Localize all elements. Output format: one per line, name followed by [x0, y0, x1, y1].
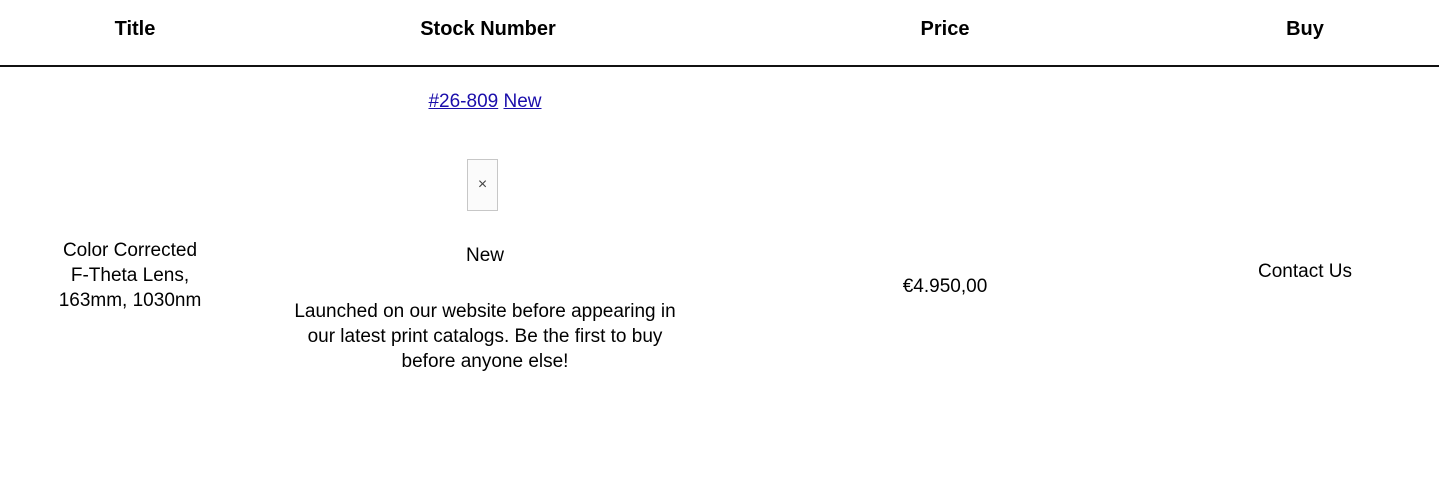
product-price: €4.950,00	[902, 276, 988, 297]
stock-number-cell: #26-809 New × New Launched on our websit…	[275, 90, 695, 372]
header-divider	[0, 65, 1439, 67]
stock-links: #26-809 New	[275, 90, 695, 114]
new-link[interactable]: New	[504, 91, 542, 112]
product-title-line: Color Corrected	[62, 240, 198, 261]
broken-image-icon: ×	[467, 159, 498, 211]
product-title-line: F-Theta Lens,	[70, 265, 190, 286]
new-badge-label: New	[465, 245, 504, 266]
column-header-buy: Buy	[1286, 18, 1324, 40]
table-header-row: Title Stock Number Price Buy	[0, 0, 1439, 66]
product-title-line: 163mm, 1030nm	[58, 290, 202, 311]
product-title: Color Corrected F-Theta Lens, 163mm, 103…	[20, 238, 240, 313]
column-header-price: Price	[920, 18, 970, 40]
new-badge-description: Launched on our website before appearing…	[294, 301, 676, 372]
product-table: Title Stock Number Price Buy Color Corre…	[0, 0, 1439, 501]
contact-us-link[interactable]: Contact Us	[1215, 260, 1395, 284]
column-header-title: Title	[114, 18, 156, 40]
column-header-stock-number: Stock Number	[420, 18, 556, 40]
stock-number-link[interactable]: #26-809	[428, 91, 498, 112]
